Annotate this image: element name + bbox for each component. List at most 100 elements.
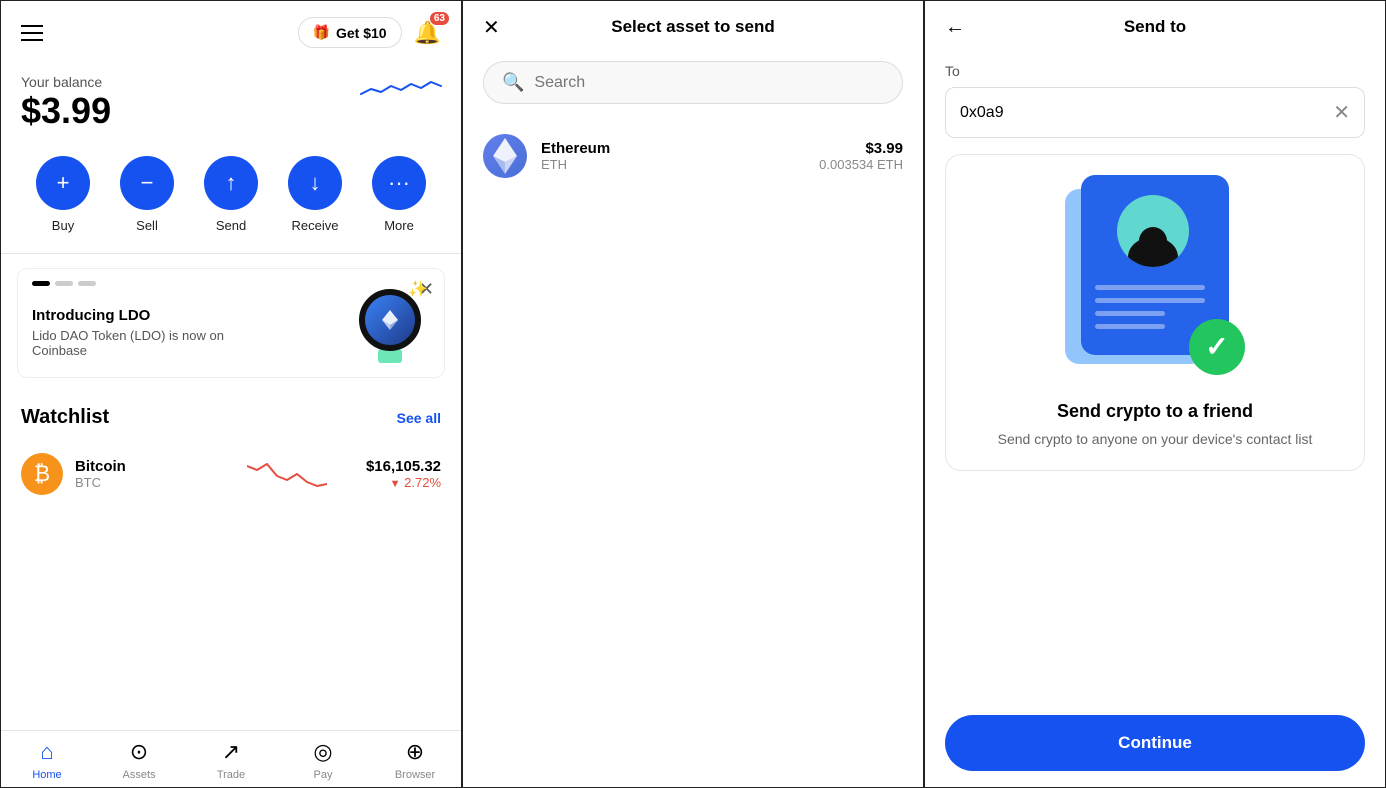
send-to-content: To 0x0a9 ✕ [925, 53, 1385, 699]
back-button[interactable]: ← [945, 16, 965, 39]
dot-2 [55, 281, 73, 286]
send-to-title: Send to [1124, 17, 1186, 37]
bitcoin-chart [220, 456, 353, 492]
continue-button[interactable]: Continue [945, 715, 1365, 771]
trade-nav-label: Trade [217, 769, 245, 781]
watchlist-title: Watchlist [21, 406, 109, 429]
search-bar[interactable]: 🔍 [483, 61, 903, 104]
ethereum-price-info: $3.99 0.003534 ETH [819, 140, 903, 172]
sparkline-chart [361, 74, 441, 119]
promo-text: Introducing LDO Lido DAO Token (LDO) is … [32, 307, 232, 358]
nav-pay[interactable]: ◎ Pay [277, 739, 369, 781]
friend-illustration: ✓ [1055, 175, 1255, 385]
search-icon: 🔍 [502, 72, 524, 93]
receive-label: Receive [292, 218, 339, 233]
receive-action[interactable]: ↓ Receive [288, 156, 342, 233]
send-circle: ↑ [204, 156, 258, 210]
receive-circle: ↓ [288, 156, 342, 210]
sell-circle: − [120, 156, 174, 210]
send-action[interactable]: ↑ Send [204, 156, 258, 233]
watchlist-section: Watchlist See all ₿ Bitcoin BTC $16,105.… [1, 392, 461, 513]
assets-nav-icon: ⊙ [130, 739, 148, 765]
send-friend-description: Send crypto to anyone on your device's c… [998, 430, 1313, 450]
bitcoin-icon: ₿ [21, 453, 63, 495]
menu-button[interactable] [21, 25, 43, 41]
ethereum-info: Ethereum ETH [541, 140, 805, 172]
clear-address-button[interactable]: ✕ [1333, 100, 1350, 125]
sell-label: Sell [136, 218, 158, 233]
nav-assets[interactable]: ⊙ Assets [93, 739, 185, 781]
notification-badge: 63 [430, 12, 449, 25]
browser-nav-label: Browser [395, 769, 435, 781]
send-to-panel: ← Send to To 0x0a9 ✕ [924, 0, 1386, 788]
send-label: Send [216, 218, 246, 233]
pay-nav-icon: ◎ [313, 739, 332, 765]
address-value: 0x0a9 [960, 104, 1004, 122]
action-buttons: + Buy − Sell ↑ Send ↓ Receive ··· More [1, 148, 461, 253]
pay-nav-label: Pay [314, 769, 333, 781]
card-line-3 [1095, 311, 1165, 316]
select-asset-title: Select asset to send [611, 17, 774, 37]
bottom-nav: ⌂ Home ⊙ Assets ↗ Trade ◎ Pay ⊕ Browser [1, 730, 461, 787]
to-label: To [945, 63, 1365, 79]
home-panel: 🎁 Get $10 🔔 63 Your balance $3.99 + Buy … [0, 0, 462, 788]
nav-home[interactable]: ⌂ Home [1, 739, 93, 781]
more-circle: ··· [372, 156, 426, 210]
nav-browser[interactable]: ⊕ Browser [369, 739, 461, 781]
more-label: More [384, 218, 414, 233]
browser-nav-icon: ⊕ [406, 739, 424, 765]
ethereum-ticker: ETH [541, 157, 805, 172]
card-line-4 [1095, 324, 1165, 329]
sell-action[interactable]: − Sell [120, 156, 174, 233]
dot-1 [32, 281, 50, 286]
checkmark-circle: ✓ [1189, 319, 1245, 375]
bitcoin-change: ▼ 2.72% [366, 475, 441, 490]
header-right: 🎁 Get $10 🔔 63 [298, 17, 441, 48]
ethereum-crypto: 0.003534 ETH [819, 157, 903, 172]
address-input-wrapper[interactable]: 0x0a9 ✕ [945, 87, 1365, 138]
buy-circle: + [36, 156, 90, 210]
trade-nav-icon: ↗ [222, 739, 240, 765]
card-lines [1095, 285, 1205, 329]
dot-3 [78, 281, 96, 286]
home-nav-icon: ⌂ [40, 739, 53, 765]
promo-banner: ✕ Introducing LDO Lido DAO Token (LDO) i… [17, 268, 445, 378]
contact-avatar [1117, 195, 1189, 267]
promo-description: Lido DAO Token (LDO) is now on Coinbase [32, 328, 232, 358]
bitcoin-price: $16,105.32 [366, 458, 441, 475]
nav-trade[interactable]: ↗ Trade [185, 739, 277, 781]
promo-title: Introducing LDO [32, 307, 232, 324]
bitcoin-ticker: BTC [75, 475, 208, 490]
send-friend-title: Send crypto to a friend [1057, 401, 1253, 422]
watchlist-header: Watchlist See all [21, 406, 441, 429]
select-asset-header: ✕ Select asset to send [463, 1, 923, 53]
send-to-header: ← Send to [925, 1, 1385, 53]
close-button[interactable]: ✕ [483, 15, 500, 40]
promo-dots [32, 281, 96, 286]
ethereum-icon [483, 134, 527, 178]
search-input[interactable] [534, 74, 884, 92]
send-friend-card: ✓ Send crypto to a friend Send crypto to… [945, 154, 1365, 471]
bitcoin-info: Bitcoin BTC [75, 458, 208, 490]
bitcoin-price-info: $16,105.32 ▼ 2.72% [366, 458, 441, 490]
more-action[interactable]: ··· More [372, 156, 426, 233]
buy-action[interactable]: + Buy [36, 156, 90, 233]
buy-label: Buy [52, 218, 74, 233]
card-line-2 [1095, 298, 1205, 303]
ethereum-asset-row[interactable]: Ethereum ETH $3.99 0.003534 ETH [463, 120, 923, 192]
assets-nav-label: Assets [122, 769, 155, 781]
home-header: 🎁 Get $10 🔔 63 [1, 1, 461, 64]
ethereum-name: Ethereum [541, 140, 805, 157]
home-nav-label: Home [32, 769, 61, 781]
get-money-label: Get $10 [336, 25, 387, 41]
get-money-button[interactable]: 🎁 Get $10 [298, 17, 402, 48]
ethereum-usd: $3.99 [819, 140, 903, 157]
gift-icon: 🎁 [313, 24, 330, 41]
promo-image: ✨ [350, 283, 430, 363]
balance-section: Your balance $3.99 [1, 64, 461, 148]
select-asset-panel: ✕ Select asset to send 🔍 Ethereum ETH $3… [462, 0, 924, 788]
see-all-button[interactable]: See all [397, 410, 441, 426]
bitcoin-row[interactable]: ₿ Bitcoin BTC $16,105.32 ▼ 2.72% [21, 443, 441, 505]
card-line-1 [1095, 285, 1205, 290]
notification-button[interactable]: 🔔 63 [414, 20, 441, 46]
